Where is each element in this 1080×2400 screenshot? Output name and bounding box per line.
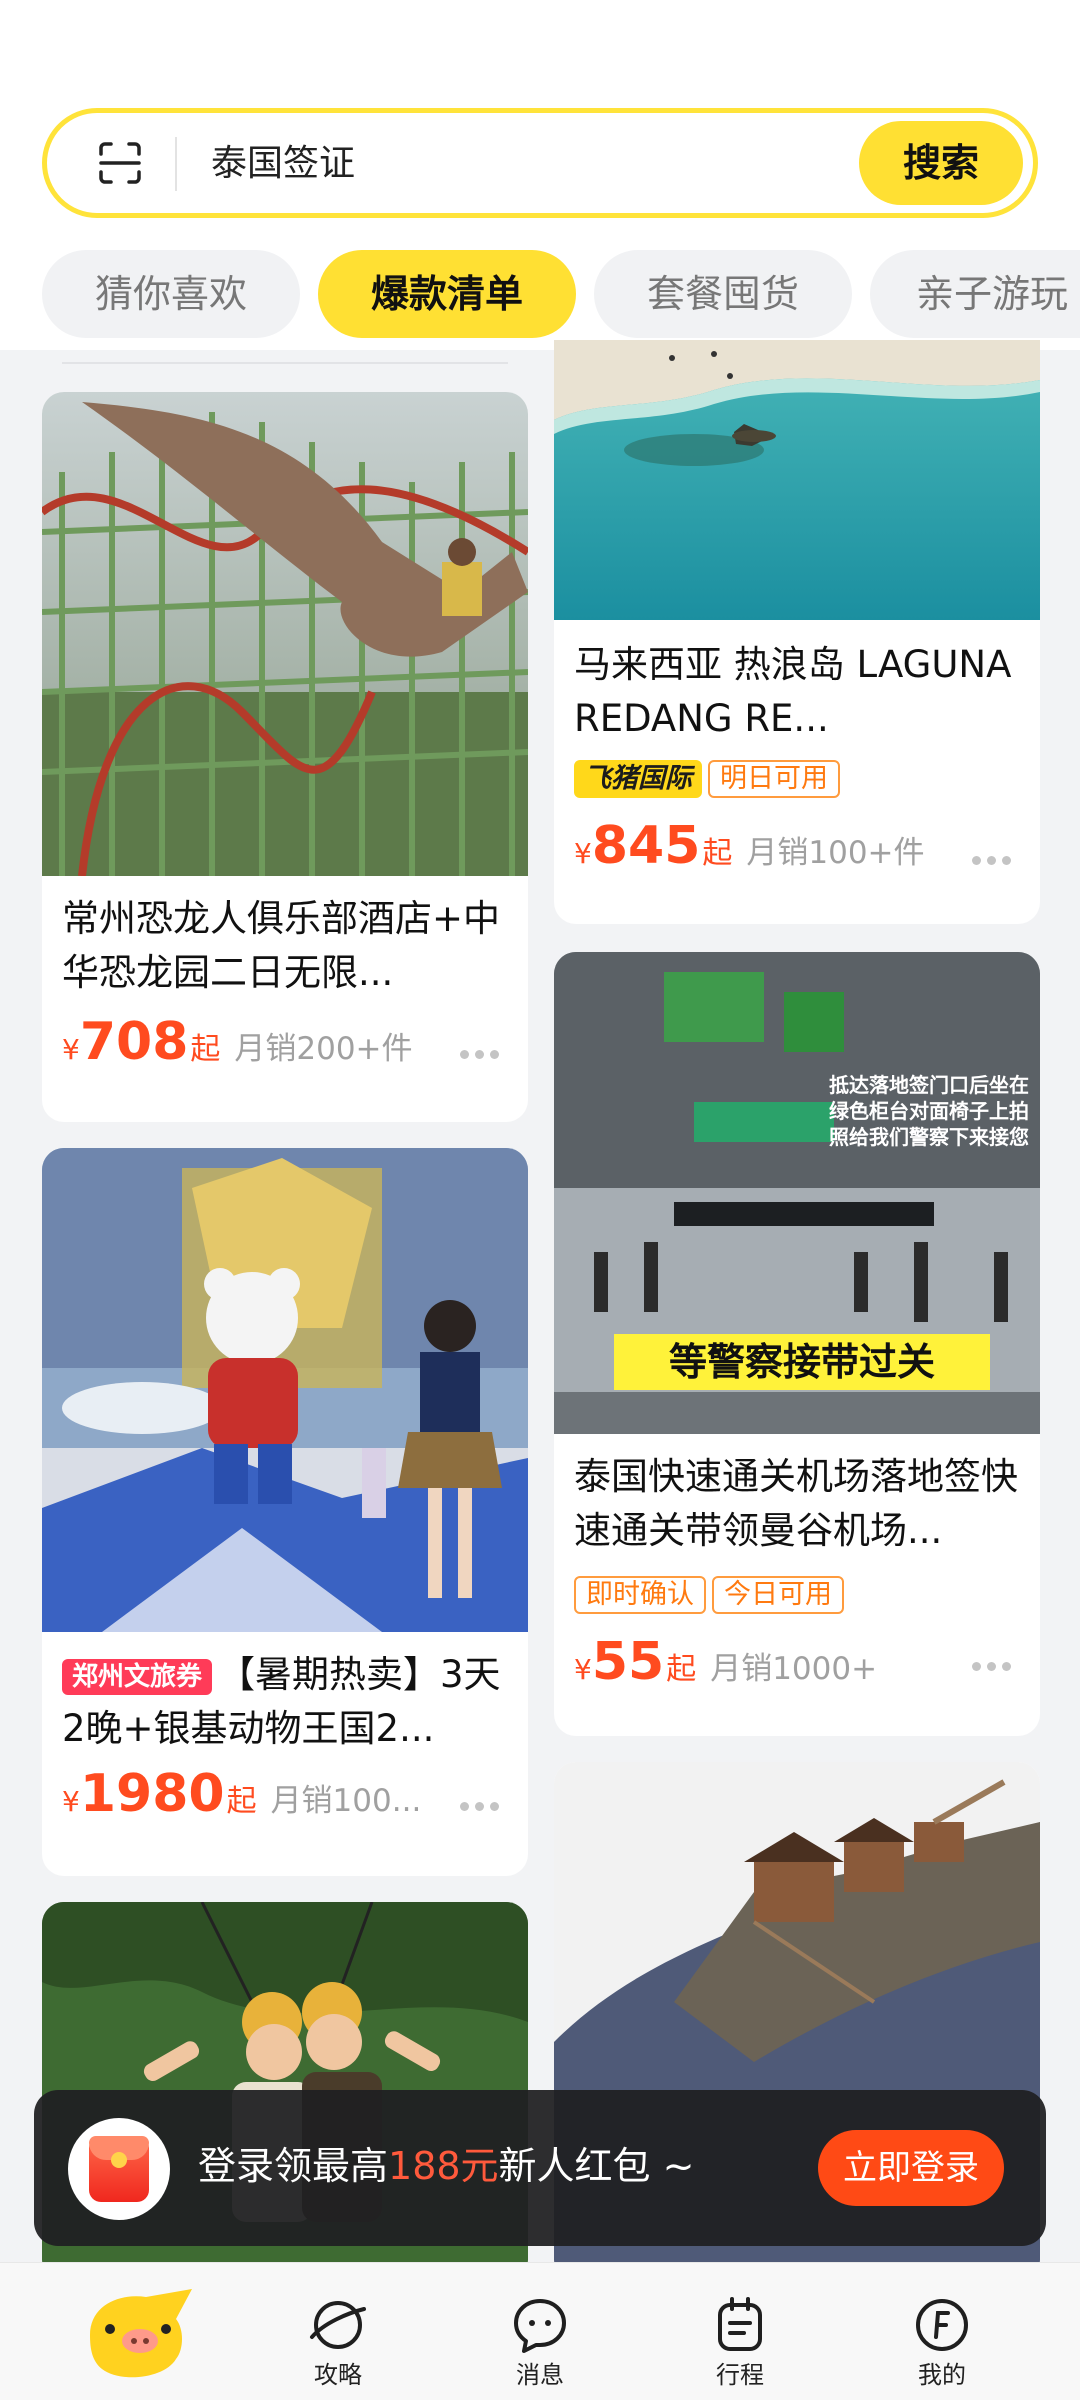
monthly-sales: 月销200+件 — [234, 1031, 413, 1067]
coupon-badge: 郑州文旅券 — [62, 1658, 213, 1695]
bottom-navigation: 攻略 消息 行程 我的 — [0, 2262, 1080, 2400]
nav-item-profile[interactable]: 我的 — [862, 2263, 1022, 2400]
search-input[interactable]: 泰国签证 — [211, 137, 355, 191]
product-card-airport[interactable]: 等警察接带过关 抵达落地签门口后坐在绿色柜台对面椅子上拍照给我们警察下来接您 泰… — [554, 952, 1040, 1736]
monthly-sales: 月销1000+ — [710, 1651, 878, 1687]
profile-f-icon — [916, 2299, 968, 2351]
search-button[interactable]: 搜索 — [859, 121, 1023, 205]
availability-tag: 今日可用 — [712, 1576, 844, 1614]
monthly-sales: 月销100... — [270, 1783, 422, 1819]
currency-symbol: ¥ — [574, 1653, 592, 1686]
image-note: 抵达落地签门口后坐在绿色柜台对面椅子上拍照给我们警察下来接您 — [829, 1073, 1029, 1149]
tab-package-deals[interactable]: 套餐囤货 — [594, 250, 852, 338]
currency-symbol: ¥ — [62, 1785, 80, 1818]
category-tabs: 猜你喜欢 爆款清单 套餐囤货 亲子游玩 — [42, 250, 1080, 338]
nav-label: 攻略 — [314, 2361, 362, 2389]
nav-item-messages[interactable]: 消息 — [460, 2263, 620, 2400]
promo-text-prefix: 登录领最高 — [198, 2144, 389, 2188]
nav-label: 我的 — [918, 2361, 966, 2389]
planet-icon — [310, 2301, 366, 2349]
product-price: 708 — [79, 1012, 189, 1072]
product-image-dinosaur — [42, 392, 528, 876]
fliggy-home-icon[interactable] — [80, 2289, 196, 2383]
price-row: ¥55起 月销1000+ — [574, 1632, 1024, 1692]
divider — [62, 362, 508, 364]
instant-confirm-tag: 即时确认 — [574, 1576, 706, 1614]
price-suffix: 起 — [666, 1652, 697, 1687]
price-row: ¥1980起 月销100... — [62, 1764, 512, 1824]
nav-label: 消息 — [516, 2361, 564, 2389]
itinerary-icon — [718, 2297, 762, 2351]
chat-bubble-icon — [514, 2299, 566, 2353]
price-suffix: 起 — [226, 1784, 257, 1819]
price-row: ¥708起 月销200+件 — [62, 1012, 512, 1072]
product-image-laguna — [554, 340, 1040, 620]
product-title: 常州恐龙人俱乐部酒店+中华恐龙园二日无限... — [62, 897, 501, 994]
product-image-bear — [42, 1148, 528, 1632]
image-caption: 等警察接带过关 — [668, 1340, 935, 1384]
tag-row: 飞猪国际 明日可用 — [574, 760, 846, 800]
promo-amount: 188元 — [388, 2144, 499, 2188]
product-price: 1980 — [79, 1764, 225, 1824]
monthly-sales: 月销100+件 — [746, 835, 925, 871]
login-now-button[interactable]: 立即登录 — [818, 2130, 1004, 2206]
search-divider — [175, 137, 177, 191]
product-title: 郑州文旅券 【暑期热卖】3天2晚+银基动物王国2... — [62, 1648, 512, 1756]
price-row: ¥845起 月销100+件 — [574, 816, 1024, 876]
scan-icon[interactable] — [97, 140, 143, 186]
price-suffix: 起 — [702, 836, 733, 871]
product-card-laguna[interactable]: 马来西亚 热浪岛 LAGUNA REDANG RE... 飞猪国际 明日可用 ¥8… — [554, 340, 1040, 924]
more-options-icon[interactable] — [460, 1802, 500, 1814]
tab-hot-list[interactable]: 爆款清单 — [318, 250, 576, 338]
product-title: 泰国快速通关机场落地签快速通关带领曼谷机场... — [574, 1455, 1018, 1552]
tab-family-fun[interactable]: 亲子游玩 — [870, 250, 1080, 338]
nav-label: 行程 — [716, 2361, 764, 2389]
promo-text-suffix: 新人红包 ~ — [498, 2144, 695, 2188]
promo-text: 登录领最高188元新人红包 ~ — [198, 2136, 694, 2196]
product-card-dinosaur[interactable]: 常州恐龙人俱乐部酒店+中华恐龙园二日无限... ¥708起 月销200+件 — [42, 392, 528, 1122]
availability-tag: 明日可用 — [708, 760, 840, 798]
currency-symbol: ¥ — [62, 1033, 80, 1066]
product-card-bear[interactable]: 郑州文旅券 【暑期热卖】3天2晚+银基动物王国2... ¥1980起 月销100..… — [42, 1148, 528, 1876]
product-price: 845 — [591, 816, 701, 876]
tag-row: 即时确认 今日可用 — [574, 1576, 850, 1616]
price-suffix: 起 — [190, 1032, 221, 1067]
currency-symbol: ¥ — [574, 837, 592, 870]
product-price: 55 — [591, 1632, 665, 1692]
nav-item-guides[interactable]: 攻略 — [258, 2263, 418, 2400]
more-options-icon[interactable] — [460, 1050, 500, 1062]
more-options-icon[interactable] — [972, 856, 1012, 868]
product-title: 马来西亚 热浪岛 LAGUNA REDANG RE... — [574, 643, 1012, 740]
red-packet-icon — [68, 2118, 170, 2220]
fliggy-international-badge: 飞猪国际 — [574, 760, 702, 798]
search-bar[interactable]: 泰国签证 搜索 — [42, 108, 1038, 218]
tab-guess-you-like[interactable]: 猜你喜欢 — [42, 250, 300, 338]
nav-item-itinerary[interactable]: 行程 — [660, 2263, 820, 2400]
login-promo-banner[interactable]: 登录领最高188元新人红包 ~ 立即登录 — [34, 2090, 1046, 2246]
more-options-icon[interactable] — [972, 1662, 1012, 1674]
